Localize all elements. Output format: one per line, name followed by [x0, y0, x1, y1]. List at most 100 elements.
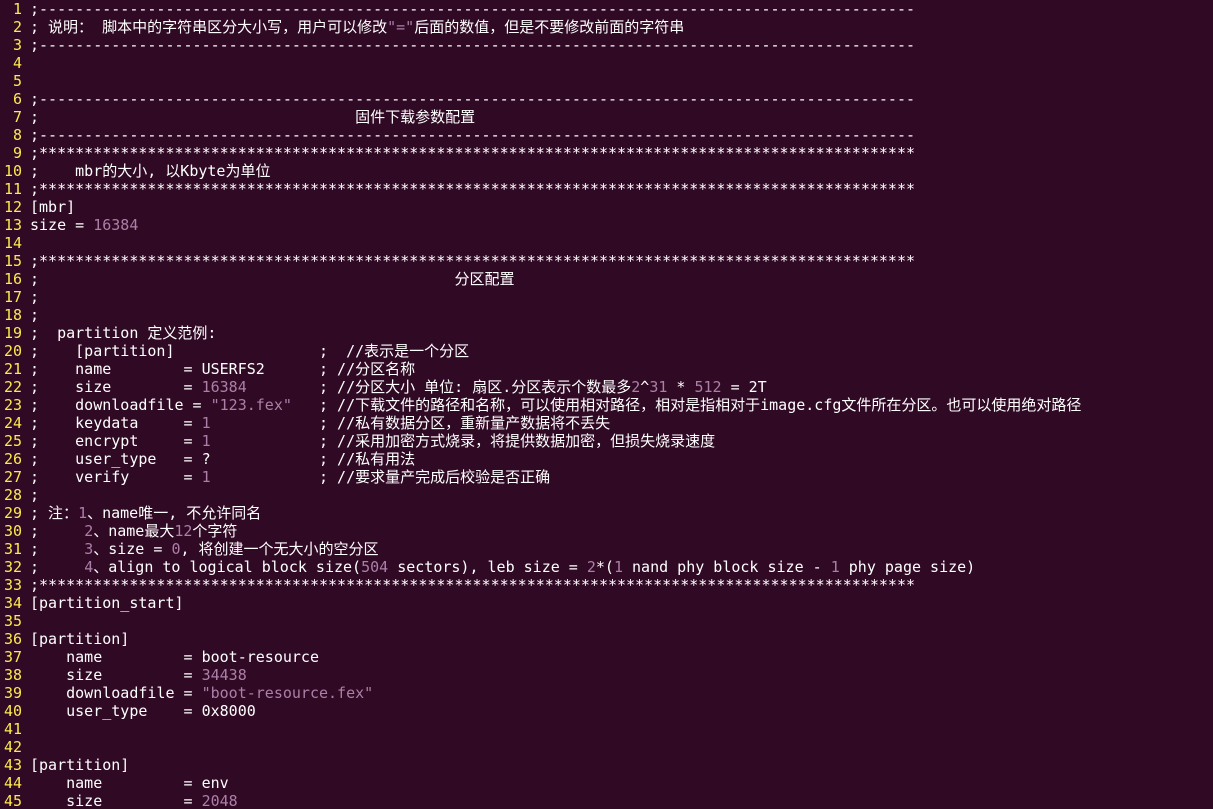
editor-line[interactable]: 31 ; 3、size = 0, 将创建一个无大小的空分区 — [0, 540, 1213, 558]
code-text: name = boot-resource — [30, 648, 319, 666]
editor-line[interactable]: 42 — [0, 738, 1213, 756]
code-text: ; partition 定义范例: — [30, 324, 217, 342]
editor-line[interactable]: 40 user_type = 0x8000 — [0, 702, 1213, 720]
code-text: ; name = USERFS2 ; //分区名称 — [30, 360, 416, 378]
number-literal: 504 — [361, 558, 389, 576]
number-literal: 2 — [84, 522, 94, 540]
code-text: *( — [595, 558, 614, 576]
editor-line[interactable]: 11 ;*************************************… — [0, 180, 1213, 198]
line-number: 18 — [3, 306, 22, 324]
line-content: ;***************************************… — [30, 144, 915, 162]
line-number: 6 — [12, 90, 22, 108]
editor-line[interactable]: 18; — [0, 306, 1213, 324]
code-text: , 将创建一个无大小的空分区 — [180, 540, 379, 558]
editor-line[interactable]: 41 — [0, 720, 1213, 738]
editor-line[interactable]: 10 ; mbr的大小, 以Kbyte为单位 — [0, 162, 1213, 180]
editor-line[interactable]: 7 ; 固件下载参数配置 — [0, 108, 1213, 126]
code-text: 、name最大 — [93, 522, 175, 540]
editor-line[interactable]: 4 — [0, 54, 1213, 72]
editor-line[interactable]: 24 ; keydata = 1 ; //私有数据分区，重新量产数据将不丢失 — [0, 414, 1213, 432]
editor-line[interactable]: 45 size = 2048 — [0, 792, 1213, 809]
line-content: ;---------------------------------------… — [30, 90, 915, 108]
number-literal: 31 — [649, 378, 668, 396]
code-text: 个字符 — [192, 522, 238, 540]
line-content: ;---------------------------------------… — [30, 0, 915, 18]
editor-line[interactable]: 2 ; 说明： 脚本中的字符串区分大小写，用户可以修改"="后面的数值，但是不要修… — [0, 18, 1213, 36]
editor-line[interactable]: 13 size = 16384 — [0, 216, 1213, 234]
editor-line[interactable]: 27 ; verify = 1 ; //要求量产完成后校验是否正确 — [0, 468, 1213, 486]
code-text: ; — [30, 306, 40, 324]
code-text: [partition_start] — [30, 594, 184, 612]
editor-line[interactable]: 39 downloadfile = "boot-resource.fex" — [0, 684, 1213, 702]
code-text: ; — [30, 522, 85, 540]
editor-line[interactable]: 26 ; user_type = ? ; //私有用法 — [0, 450, 1213, 468]
code-text: phy page size) — [839, 558, 976, 576]
editor-line[interactable]: 22 ; size = 16384 ; //分区大小 单位: 扇区.分区表示个数最… — [0, 378, 1213, 396]
line-number: 33 — [3, 576, 22, 594]
editor-line[interactable]: 36 [partition] — [0, 630, 1213, 648]
line-number: 43 — [3, 756, 22, 774]
line-content: ; mbr的大小, 以Kbyte为单位 — [30, 162, 270, 180]
line-content: ; 注：1、name唯一, 不允许同名 — [30, 504, 261, 522]
line-content: size = 34438 — [30, 666, 247, 684]
number-literal: 12 — [174, 522, 193, 540]
line-number: 40 — [3, 702, 22, 720]
line-content: ; 4、align to logical block size(504 sect… — [30, 558, 975, 576]
editor-line[interactable]: 1 ;--------------------------------------… — [0, 0, 1213, 18]
line-number: 22 — [3, 378, 22, 396]
code-text: ;---------------------------------------… — [30, 0, 916, 18]
editor-line[interactable]: 32; 4、align to logical block size(504 se… — [0, 558, 1213, 576]
editor-line[interactable]: 16 ; 分区配置 — [0, 270, 1213, 288]
line-number: 4 — [12, 54, 22, 72]
line-content: [mbr] — [30, 198, 75, 216]
code-text: size = — [30, 666, 202, 684]
code-text: ; 说明： 脚本中的字符串区分大小写，用户可以修改 — [30, 18, 388, 36]
editor-line[interactable]: 44 name = env — [0, 774, 1213, 792]
editor-line[interactable]: 17; — [0, 288, 1213, 306]
code-text: ; — [30, 558, 85, 576]
number-literal: 34438 — [201, 666, 247, 684]
editor-line[interactable]: 5 — [0, 72, 1213, 90]
line-number: 24 — [3, 414, 22, 432]
editor-line[interactable]: 29 ; 注：1、name唯一, 不允许同名 — [0, 504, 1213, 522]
line-number: 3 — [12, 36, 22, 54]
editor-line[interactable]: 43 [partition] — [0, 756, 1213, 774]
editor-line[interactable]: 3 ;--------------------------------------… — [0, 36, 1213, 54]
editor-line[interactable]: 9 ;**************************************… — [0, 144, 1213, 162]
number-literal: 16384 — [201, 378, 247, 396]
editor-line[interactable]: 37 name = boot-resource — [0, 648, 1213, 666]
editor-line[interactable]: 14 — [0, 234, 1213, 252]
editor-line[interactable]: 35 — [0, 612, 1213, 630]
line-number: 27 — [3, 468, 22, 486]
editor-line[interactable]: 33 ;*************************************… — [0, 576, 1213, 594]
editor-line[interactable]: 20 ; [partition] ; //表示是一个分区 — [0, 342, 1213, 360]
code-text: downloadfile = — [30, 684, 202, 702]
line-number: 42 — [3, 738, 22, 756]
code-text: ; encrypt = — [30, 432, 202, 450]
line-number: 7 — [12, 108, 22, 126]
editor-line[interactable]: 23 ; downloadfile = "123.fex" ; //下载文件的路径… — [0, 396, 1213, 414]
editor-line[interactable]: 6 ;--------------------------------------… — [0, 90, 1213, 108]
number-literal: 1 — [201, 414, 211, 432]
line-number: 19 — [3, 324, 22, 342]
editor-line[interactable]: 30; 2、name最大12个字符 — [0, 522, 1213, 540]
editor-line[interactable]: 19 ; partition 定义范例: — [0, 324, 1213, 342]
editor-line[interactable]: 34 [partition_start] — [0, 594, 1213, 612]
editor-line[interactable]: 12 [mbr] — [0, 198, 1213, 216]
string-literal: "123.fex" — [210, 396, 292, 414]
string-literal: "boot-resource.fex" — [201, 684, 374, 702]
line-number: 34 — [3, 594, 22, 612]
editor-line[interactable]: 21 ; name = USERFS2 ; //分区名称 — [0, 360, 1213, 378]
text-editor-view[interactable]: 1 ;--------------------------------------… — [0, 0, 1213, 809]
editor-line[interactable]: 25 ; encrypt = 1 ; //采用加密方式烧录，将提供数据加密，但损失… — [0, 432, 1213, 450]
editor-line[interactable]: 15 ;*************************************… — [0, 252, 1213, 270]
number-literal: 1 — [78, 504, 88, 522]
line-number: 28 — [3, 486, 22, 504]
line-number: 1 — [12, 0, 22, 18]
editor-line[interactable]: 8 ;--------------------------------------… — [0, 126, 1213, 144]
editor-line[interactable]: 28; — [0, 486, 1213, 504]
line-content: ; 说明： 脚本中的字符串区分大小写，用户可以修改"="后面的数值，但是不要修改… — [30, 18, 684, 36]
line-number: 31 — [3, 540, 22, 558]
code-text: ;***************************************… — [30, 252, 916, 270]
editor-line[interactable]: 38 size = 34438 — [0, 666, 1213, 684]
